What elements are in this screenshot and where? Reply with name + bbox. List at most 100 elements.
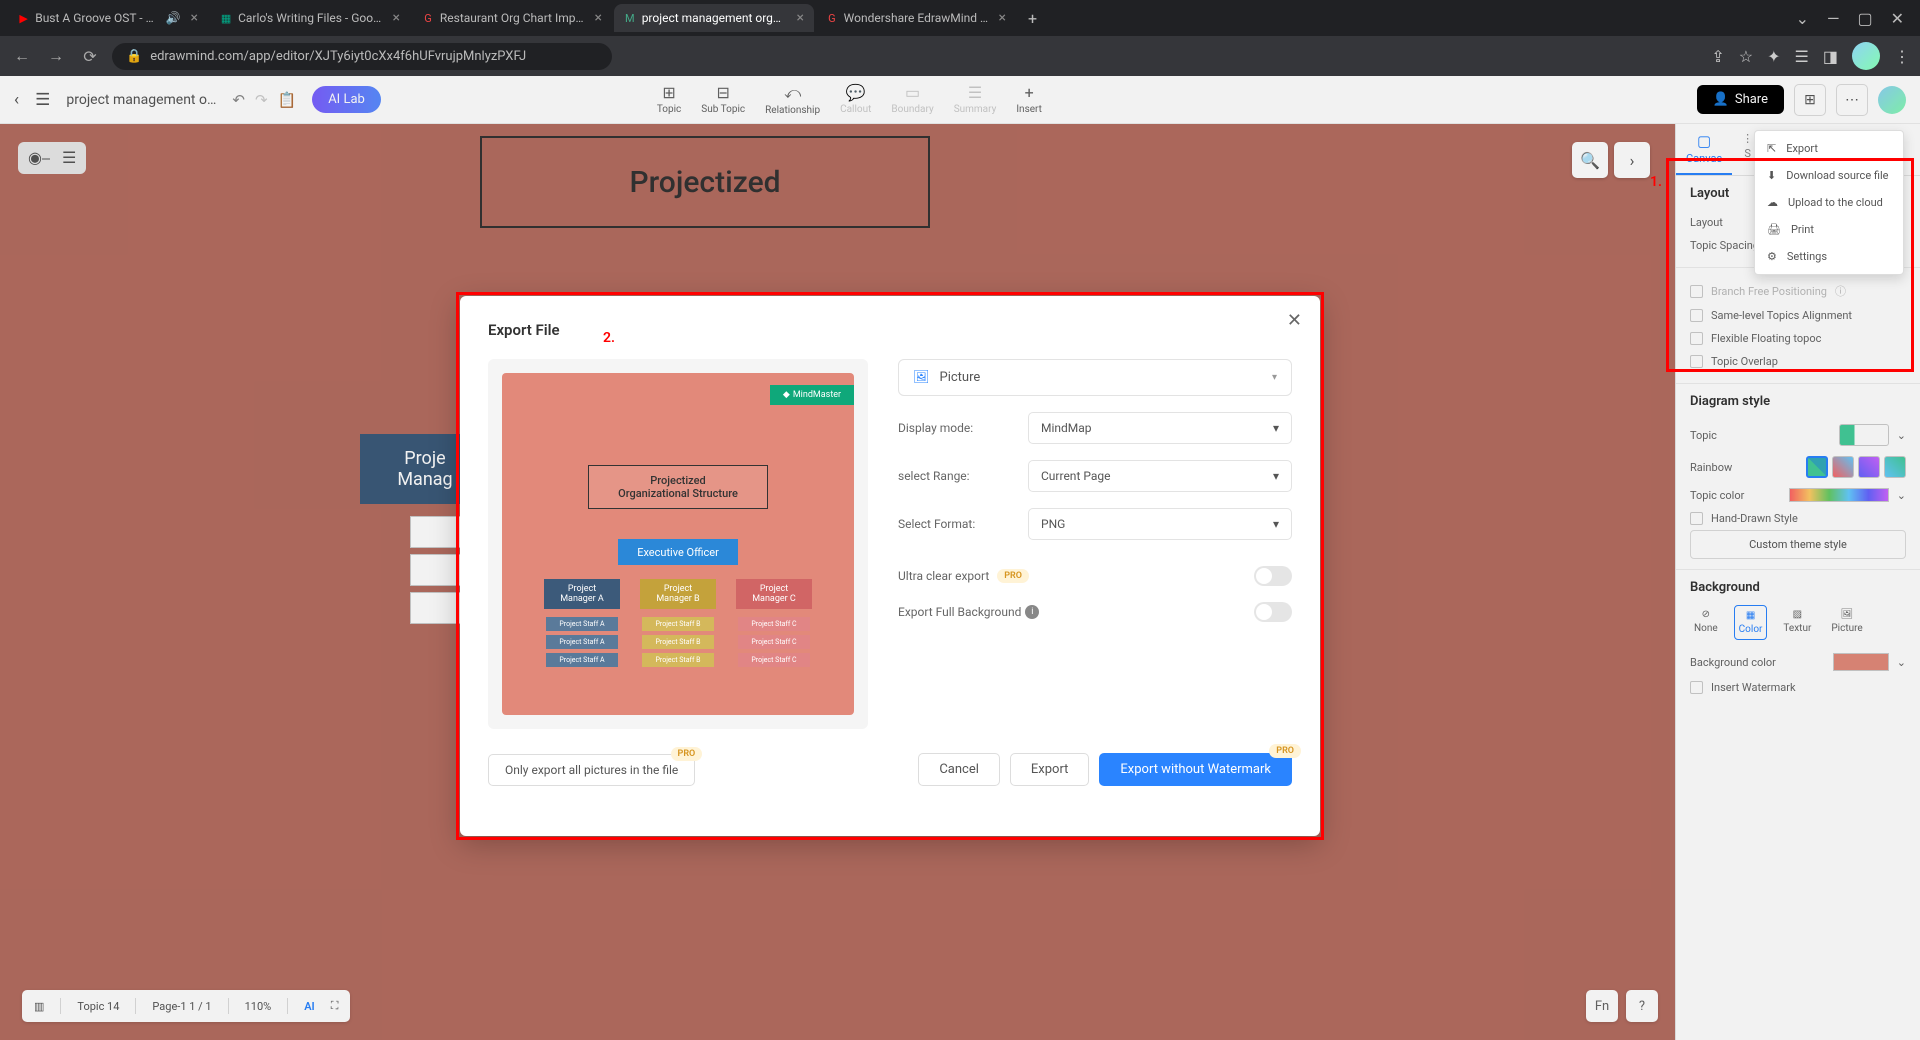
- forward-icon[interactable]: →: [44, 46, 68, 66]
- preview-root: ProjectizedOrganizational Structure: [588, 465, 768, 509]
- minimize-icon[interactable]: —: [1827, 9, 1840, 28]
- format-select[interactable]: PNG▾: [1028, 508, 1292, 540]
- pro-badge: PRO: [997, 569, 1029, 583]
- audio-icon[interactable]: 🔊: [166, 11, 181, 25]
- preview-node: Project Staff A: [546, 635, 618, 649]
- preview-node: Executive Officer: [618, 539, 738, 565]
- preview-node: ProjectManager C: [736, 579, 812, 609]
- browser-tab[interactable]: ▶ Bust A Groove OST - CHEMIC 🔊 ×: [8, 4, 208, 32]
- reload-icon[interactable]: ⟳: [78, 47, 102, 66]
- watermark-badge: ◆MindMaster: [770, 385, 854, 405]
- preview-node: Project Staff C: [738, 635, 810, 649]
- close-icon[interactable]: ×: [595, 10, 602, 26]
- only-export-pictures-button[interactable]: Only export all pictures in the file PRO: [488, 754, 695, 786]
- close-icon[interactable]: ×: [797, 10, 804, 26]
- info-icon[interactable]: i: [1025, 605, 1039, 619]
- url-text: edrawmind.com/app/editor/XJTy6iyt0cXx4f6…: [150, 49, 526, 64]
- pro-badge: PRO: [1269, 744, 1301, 758]
- more-menu: ⇱Export ⬇Download source file ☁Upload to…: [1754, 130, 1904, 275]
- export-modal: Export File 2. ✕ ◆MindMaster Projectized…: [460, 296, 1320, 836]
- annotation-label: 2.: [603, 330, 615, 346]
- export-form: 🖼 Picture ▾ Display mode: MindMap▾ selec…: [898, 359, 1292, 739]
- new-tab-button[interactable]: +: [1018, 9, 1047, 28]
- logo-icon: ◆: [783, 390, 790, 400]
- ultra-label: Ultra clear export: [898, 569, 989, 583]
- picture-icon: 🖼: [913, 370, 930, 385]
- url-input[interactable]: 🔒 edrawmind.com/app/editor/XJTy6iyt0cXx4…: [112, 43, 612, 70]
- annotation-label: 1.: [1650, 174, 1662, 190]
- preview-node: ProjectManager B: [640, 579, 716, 609]
- browser-tab-strip: ▶ Bust A Groove OST - CHEMIC 🔊 × ▦ Carlo…: [0, 0, 1920, 36]
- kebab-menu-icon[interactable]: ⋮: [1894, 47, 1910, 66]
- tab-title: Carlo's Writing Files - Google Sh: [238, 11, 382, 25]
- extension-icon[interactable]: ✦: [1767, 47, 1780, 66]
- preview-node: Project Staff B: [642, 653, 714, 667]
- export-icon: ⇱: [1767, 142, 1776, 155]
- lock-icon: 🔒: [126, 49, 142, 64]
- close-icon[interactable]: ×: [999, 10, 1006, 26]
- preview-node: Project Staff A: [546, 653, 618, 667]
- site-icon: G: [422, 11, 434, 25]
- display-mode-select[interactable]: MindMap▾: [1028, 412, 1292, 444]
- site-icon: G: [826, 11, 838, 25]
- menu-upload[interactable]: ☁Upload to the cloud: [1755, 189, 1903, 216]
- preview-node: Project Staff A: [546, 617, 618, 631]
- close-window-icon[interactable]: ✕: [1891, 9, 1904, 28]
- chevron-down-icon: ▾: [1272, 372, 1277, 383]
- sidebar-icon[interactable]: ◨: [1823, 47, 1838, 66]
- tab-title: project management organizatio: [642, 11, 787, 25]
- bookmark-icon[interactable]: ☆: [1739, 47, 1753, 66]
- address-bar: ← → ⟳ 🔒 edrawmind.com/app/editor/XJTy6iy…: [0, 36, 1920, 76]
- preview-node: Project Staff B: [642, 617, 714, 631]
- browser-tab[interactable]: ▦ Carlo's Writing Files - Google Sh ×: [210, 4, 410, 32]
- full-bg-toggle[interactable]: [1254, 602, 1292, 622]
- edrawmind-icon: M: [624, 11, 636, 25]
- preview-node: Project Staff C: [738, 653, 810, 667]
- preview-node: Project Staff C: [738, 617, 810, 631]
- chevron-down-icon: ▾: [1273, 469, 1279, 483]
- close-icon[interactable]: ×: [191, 10, 198, 26]
- sheets-icon: ▦: [220, 11, 232, 25]
- close-icon[interactable]: ×: [393, 10, 400, 26]
- preview-image: ◆MindMaster ProjectizedOrganizational St…: [502, 373, 854, 715]
- range-label: select Range:: [898, 469, 1028, 483]
- modal-close-button[interactable]: ✕: [1287, 310, 1302, 331]
- cloud-icon: ☁: [1767, 196, 1778, 209]
- profile-avatar-icon[interactable]: [1852, 42, 1880, 70]
- browser-tab-active[interactable]: M project management organizatio ×: [614, 4, 814, 32]
- reading-list-icon[interactable]: ☰: [1795, 47, 1809, 66]
- youtube-icon: ▶: [18, 11, 29, 25]
- format-label: Select Format:: [898, 517, 1028, 531]
- preview-node: Project Staff B: [642, 635, 714, 649]
- menu-print[interactable]: 🖨Print: [1755, 216, 1903, 243]
- export-preview: ◆MindMaster ProjectizedOrganizational St…: [488, 359, 868, 729]
- preview-node: ProjectManager A: [544, 579, 620, 609]
- export-button[interactable]: Export: [1010, 753, 1090, 786]
- display-mode-label: Display mode:: [898, 421, 1028, 435]
- tab-title: Restaurant Org Chart Importanc: [440, 11, 585, 25]
- tab-title: Wondershare EdrawMind Review: [844, 11, 989, 25]
- chevron-down-icon[interactable]: ⌄: [1796, 9, 1809, 28]
- full-bg-label: Export Full Background: [898, 605, 1021, 619]
- browser-tab[interactable]: G Restaurant Org Chart Importanc ×: [412, 4, 612, 32]
- menu-download[interactable]: ⬇Download source file: [1755, 162, 1903, 189]
- menu-settings[interactable]: ⚙Settings: [1755, 243, 1903, 270]
- ultra-toggle[interactable]: [1254, 566, 1292, 586]
- gear-icon: ⚙: [1767, 250, 1777, 263]
- chevron-down-icon: ▾: [1273, 421, 1279, 435]
- download-icon: ⬇: [1767, 169, 1776, 182]
- pro-badge: PRO: [671, 747, 703, 761]
- cancel-button[interactable]: Cancel: [918, 753, 1000, 786]
- back-icon[interactable]: ←: [10, 46, 34, 66]
- browser-tab[interactable]: G Wondershare EdrawMind Review ×: [816, 4, 1016, 32]
- modal-title: Export File: [488, 321, 560, 339]
- app-root: ‹ ☰ project management orga... ↶ ↷ 📋 AI …: [0, 76, 1920, 1040]
- print-icon: 🖨: [1767, 223, 1781, 236]
- share-page-icon[interactable]: ⇪: [1711, 47, 1724, 66]
- export-no-watermark-button[interactable]: Export without Watermark PRO: [1099, 753, 1292, 786]
- maximize-icon[interactable]: ▢: [1857, 9, 1872, 28]
- menu-export[interactable]: ⇱Export: [1755, 135, 1903, 162]
- range-select[interactable]: Current Page▾: [1028, 460, 1292, 492]
- export-type-select[interactable]: 🖼 Picture ▾: [898, 359, 1292, 396]
- tab-title: Bust A Groove OST - CHEMIC: [35, 11, 159, 25]
